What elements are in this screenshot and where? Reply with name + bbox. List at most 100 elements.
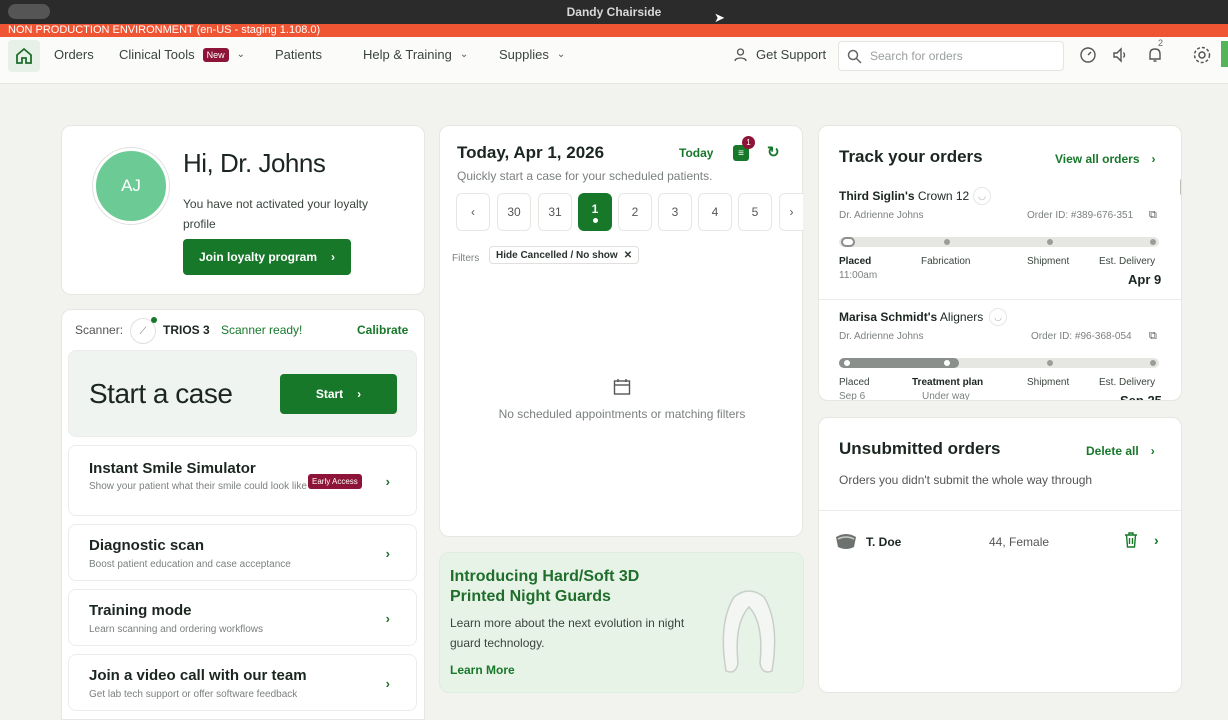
step-label: Placed [839, 256, 872, 267]
day-button[interactable]: 4 [698, 193, 732, 231]
nav-help-training[interactable]: Help & Training ⌄ [363, 47, 468, 62]
scanner-label: Scanner: [75, 323, 124, 337]
nav-clinical-tools-label: Clinical Tools [119, 47, 195, 62]
delete-all-link[interactable]: Delete all › [1086, 444, 1155, 458]
chevron-left-icon: ‹ [471, 205, 475, 219]
scrollbar-thumb[interactable] [1180, 179, 1181, 195]
nav-help-label: Help & Training [363, 47, 452, 62]
order-id: Order ID: #96-368-054 [1031, 331, 1132, 342]
get-support-button[interactable]: Get Support [733, 47, 826, 62]
chevron-right-icon: › [331, 250, 336, 264]
day-button-selected[interactable]: 1 [578, 193, 612, 231]
day-button[interactable]: 30 [497, 193, 531, 231]
view-all-orders-link[interactable]: View all orders › [1055, 152, 1156, 166]
home-icon [16, 47, 32, 64]
chevron-right-icon: › [385, 474, 390, 489]
day-button[interactable]: 5 [738, 193, 772, 231]
progress-step-dot [1047, 360, 1053, 366]
action-training-mode[interactable]: Training mode Learn scanning and orderin… [68, 589, 417, 646]
prev-days-button[interactable]: ‹ [456, 193, 490, 231]
divider [819, 510, 1183, 511]
action-diagnostic-scan[interactable]: Diagnostic scan Boost patient education … [68, 524, 417, 581]
order-progress-track [839, 237, 1159, 247]
filters-label: Filters [452, 253, 480, 264]
order-progress-fill [839, 358, 959, 368]
patient-info: 44, Female [989, 535, 1050, 549]
scanner-status: Scanner ready! [221, 323, 303, 337]
unsubmitted-orders-card: Unsubmitted orders Delete all › Orders y… [818, 417, 1183, 693]
order-patient: Third Siglin's Crown 12 [839, 189, 970, 203]
nav-supplies[interactable]: Supplies ⌄ [499, 47, 565, 62]
nav-clinical-tools[interactable]: Clinical Tools New ⌄ [119, 47, 245, 62]
day-button[interactable]: 2 [618, 193, 652, 231]
scanner-name: TRIOS 3 [163, 323, 210, 337]
action-video-call[interactable]: Join a video call with our team Get lab … [68, 654, 417, 711]
top-navigation: Orders Clinical Tools New ⌄ Patients Hel… [0, 37, 1228, 84]
day-button[interactable]: 31 [538, 193, 572, 231]
learn-more-link[interactable]: Learn More [450, 663, 515, 677]
schedule-date: Today, Apr 1, 2026 [457, 143, 605, 162]
chevron-right-icon: › [385, 546, 390, 561]
nav-patients[interactable]: Patients [275, 47, 322, 62]
new-badge: New [202, 47, 229, 62]
search-placeholder: Search for orders [870, 49, 963, 63]
avatar: AJ [93, 148, 169, 224]
action-smile-simulator[interactable]: Instant Smile Simulator Show your patien… [68, 445, 417, 516]
nav-orders-label: Orders [54, 47, 94, 62]
track-title: Track your orders [839, 147, 983, 166]
day-label: 1 [591, 201, 599, 216]
placed-date: Sep 6 [839, 391, 866, 401]
next-days-button[interactable]: › [779, 193, 803, 231]
chevron-down-icon: ⌄ [236, 49, 246, 60]
order-doctor: Dr. Adrienne Johns [839, 331, 924, 342]
action-title: Diagnostic scan [89, 537, 205, 554]
view-all-label: View all orders [1055, 152, 1140, 166]
action-subtitle: Learn scanning and ordering workflows [89, 624, 263, 635]
copy-icon[interactable]: ⧉ [1149, 330, 1157, 343]
window-controls[interactable] [8, 4, 50, 19]
delivery-date: Sep 25 [1120, 393, 1162, 401]
chevron-right-icon: › [1150, 444, 1155, 458]
chevron-right-icon[interactable]: › [1154, 532, 1159, 548]
placed-time: 11:00am [839, 270, 878, 281]
trash-icon[interactable] [1124, 532, 1138, 548]
action-title: Training mode [89, 602, 192, 619]
panel-edge-indicator [1221, 41, 1228, 67]
window-title: Dandy Chairside [566, 5, 662, 19]
nav-orders[interactable]: Orders [54, 47, 94, 62]
track-orders-card: Track your orders View all orders › Thir… [818, 125, 1182, 401]
close-icon[interactable]: ✕ [624, 250, 632, 261]
join-loyalty-button[interactable]: Join loyalty program › [183, 239, 351, 275]
schedule-subtitle: Quickly start a case for your scheduled … [457, 169, 713, 183]
night-guard-image [722, 590, 776, 673]
filter-chip[interactable]: Hide Cancelled / No show ✕ [489, 246, 640, 264]
speaker-icon[interactable] [1109, 44, 1131, 66]
selected-day-dot [592, 217, 598, 223]
action-subtitle: Show your patient what their smile could… [89, 481, 307, 492]
promo-title: Introducing Hard/Soft 3D Printed Night G… [450, 568, 640, 605]
speedometer-icon[interactable] [1077, 44, 1099, 66]
search-field[interactable]: Search for orders [838, 41, 1064, 71]
greeting-heading: Hi, Dr. Johns [183, 148, 326, 178]
step-label: Est. Delivery [1099, 256, 1156, 267]
window-titlebar: Dandy Chairside [0, 0, 1228, 24]
step-status: Under way [922, 391, 970, 401]
refresh-icon[interactable]: ↻ [767, 143, 780, 161]
scan-model-icon [836, 534, 856, 549]
day-button[interactable]: 3 [658, 193, 692, 231]
today-button[interactable]: Today [679, 146, 713, 160]
chevron-right-icon: › [385, 611, 390, 626]
calibrate-link[interactable]: Calibrate [357, 323, 408, 337]
start-case-title: Start a case [89, 378, 233, 409]
step-label: Shipment [1027, 256, 1070, 267]
progress-step-dot [844, 360, 850, 366]
home-button[interactable] [8, 40, 40, 72]
order-progress-marker [841, 237, 855, 247]
search-icon [847, 49, 862, 64]
action-subtitle: Boost patient education and case accepta… [89, 559, 291, 570]
start-case-button[interactable]: Start › [280, 374, 397, 414]
gear-icon[interactable] [1191, 44, 1213, 66]
chevron-down-icon: ⌄ [556, 49, 566, 60]
copy-icon[interactable]: ⧉ [1149, 209, 1157, 222]
step-label: Treatment plan [912, 377, 984, 388]
